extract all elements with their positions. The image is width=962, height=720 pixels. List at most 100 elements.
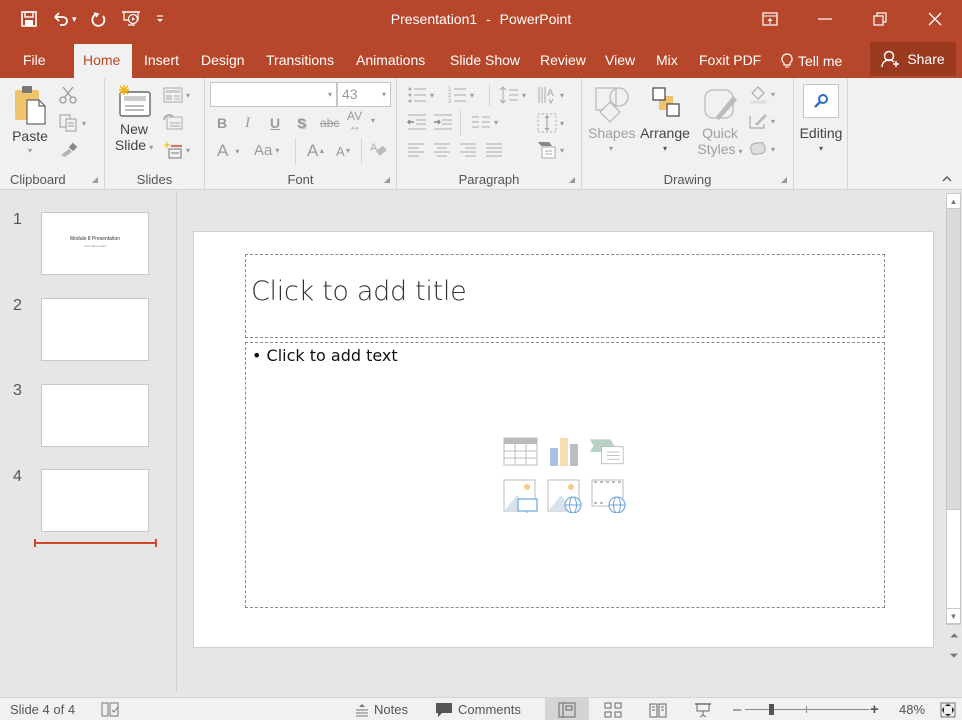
tab-view[interactable]: View: [597, 44, 643, 78]
tab-design[interactable]: Design: [193, 44, 253, 78]
paragraph-dialog-launcher-icon[interactable]: ◢: [569, 175, 575, 184]
bold-button[interactable]: B: [217, 115, 227, 131]
tab-insert[interactable]: Insert: [136, 44, 187, 78]
text-shadow-button[interactable]: S: [297, 115, 306, 131]
insert-chart-icon[interactable]: [547, 435, 583, 469]
character-spacing-dropdown-icon[interactable]: ▾: [371, 116, 375, 125]
scroll-up-button[interactable]: ▲: [946, 193, 961, 209]
tab-animations[interactable]: Animations: [348, 44, 433, 78]
zoom-level[interactable]: 48%: [899, 698, 925, 720]
copy-button[interactable]: ▾: [59, 114, 86, 132]
clear-formatting-button[interactable]: A: [369, 140, 389, 160]
comments-button[interactable]: Comments: [435, 698, 521, 720]
zoom-slider-thumb[interactable]: [769, 704, 774, 715]
scrollbar-thumb[interactable]: [946, 509, 961, 609]
slide-thumbnail-2[interactable]: [41, 298, 149, 361]
scroll-down-button[interactable]: ▼: [946, 608, 961, 624]
zoom-slider[interactable]: [745, 704, 869, 715]
align-center-button[interactable]: [433, 143, 451, 157]
font-size-box[interactable]: 43 ▾: [337, 82, 391, 107]
slide-sorter-button[interactable]: [591, 698, 635, 720]
decrease-font-size-button[interactable]: A ▼: [336, 144, 352, 159]
italic-button[interactable]: I: [245, 115, 250, 132]
increase-font-size-label: A: [307, 141, 319, 160]
online-pictures-icon[interactable]: [547, 479, 583, 513]
line-spacing-button[interactable]: ▾: [499, 86, 526, 104]
tab-slide-show[interactable]: Slide Show: [442, 44, 528, 78]
justify-button[interactable]: [485, 143, 503, 157]
arrange-button[interactable]: Arrange ▾: [636, 84, 694, 153]
text-direction-button[interactable]: A ▾: [537, 86, 564, 104]
insert-smartart-icon[interactable]: [589, 435, 625, 469]
align-right-button[interactable]: [459, 143, 477, 157]
editing-button[interactable]: Editing ▾: [798, 84, 844, 153]
slide-thumbnail-4[interactable]: [41, 469, 149, 532]
fit-to-window-button[interactable]: [940, 698, 956, 720]
tab-transitions[interactable]: Transitions: [258, 44, 342, 78]
decrease-indent-button[interactable]: [407, 114, 427, 130]
insert-video-icon[interactable]: [591, 479, 627, 513]
cut-button[interactable]: [59, 86, 77, 104]
shape-effects-button[interactable]: ▾: [748, 141, 775, 157]
drawing-dialog-launcher-icon[interactable]: ◢: [781, 175, 787, 184]
normal-view-button[interactable]: [545, 698, 589, 720]
increase-indent-button[interactable]: [433, 114, 453, 130]
align-text-button[interactable]: ▾: [537, 113, 564, 133]
quick-styles-button[interactable]: Quick Styles ▾: [696, 84, 744, 157]
insert-table-icon[interactable]: [503, 435, 539, 469]
content-placeholder[interactable]: • Click to add text: [245, 342, 885, 608]
editing-group: Editing ▾: [794, 78, 848, 190]
notes-button[interactable]: Notes: [355, 698, 408, 720]
clipboard-dialog-launcher-icon[interactable]: ◢: [92, 175, 98, 184]
numbering-button[interactable]: 123 ▾: [447, 86, 474, 104]
layout-button[interactable]: ▾: [163, 87, 190, 103]
reset-button[interactable]: [163, 114, 183, 130]
slide-thumbnail-1[interactable]: Module 8 Presentation Your Name Here: [41, 212, 149, 275]
tell-me-box[interactable]: Tell me: [773, 44, 850, 78]
tab-mix[interactable]: Mix: [648, 44, 686, 78]
new-slide-button[interactable]: New Slide ▾: [111, 84, 157, 153]
tab-foxit-pdf[interactable]: Foxit PDF: [691, 44, 769, 78]
convert-to-smartart-button[interactable]: ▾: [537, 140, 564, 160]
pictures-icon[interactable]: [503, 479, 539, 513]
shape-fill-button[interactable]: ▾: [748, 84, 775, 104]
shape-outline-button[interactable]: ▾: [748, 112, 775, 130]
slide-show-button[interactable]: [681, 698, 725, 720]
share-button[interactable]: Share: [870, 42, 956, 76]
character-spacing-button[interactable]: AV ↔: [347, 110, 362, 132]
tab-review[interactable]: Review: [532, 44, 594, 78]
format-painter-button[interactable]: [59, 141, 79, 157]
next-slide-button[interactable]: ⏷: [947, 651, 961, 662]
title-placeholder[interactable]: Click to add title: [245, 254, 885, 338]
font-size-dropdown-icon[interactable]: ▾: [382, 83, 386, 106]
font-name-box[interactable]: ▾: [210, 82, 337, 107]
collapse-ribbon-button[interactable]: [942, 171, 952, 185]
zoom-out-button[interactable]: –: [733, 698, 741, 720]
tab-home[interactable]: Home: [74, 44, 132, 78]
bullets-button[interactable]: ▾: [407, 86, 434, 104]
zoom-in-button[interactable]: +: [870, 698, 879, 720]
paste-button[interactable]: Paste ▾: [8, 84, 52, 155]
columns-button[interactable]: ▾: [471, 115, 498, 129]
vertical-scrollbar[interactable]: ▲ ▼ ⏶ ⏷: [945, 191, 962, 691]
shapes-button[interactable]: Shapes ▾: [588, 84, 635, 153]
slide-canvas[interactable]: Click to add title • Click to add text: [193, 231, 934, 648]
font-color-button[interactable]: A ▾: [217, 141, 239, 161]
spelling-check-button[interactable]: [100, 698, 120, 720]
section-button[interactable]: ▾: [163, 141, 190, 159]
change-case-button[interactable]: Aa ▾: [254, 142, 279, 159]
ribbon-display-options-button[interactable]: [742, 0, 797, 38]
align-left-button[interactable]: [407, 143, 425, 157]
strikethrough-button[interactable]: abc: [320, 116, 339, 130]
minimize-button[interactable]: [797, 0, 852, 38]
tab-file[interactable]: File: [15, 44, 54, 78]
close-button[interactable]: [907, 0, 962, 38]
restore-button[interactable]: [852, 0, 907, 38]
previous-slide-button[interactable]: ⏶: [947, 631, 961, 642]
underline-button[interactable]: U: [270, 115, 280, 131]
slide-thumbnail-3[interactable]: [41, 384, 149, 447]
font-dialog-launcher-icon[interactable]: ◢: [384, 175, 390, 184]
reading-view-button[interactable]: [636, 698, 680, 720]
font-name-dropdown-icon[interactable]: ▾: [328, 83, 332, 106]
increase-font-size-button[interactable]: A ▲: [307, 141, 325, 161]
